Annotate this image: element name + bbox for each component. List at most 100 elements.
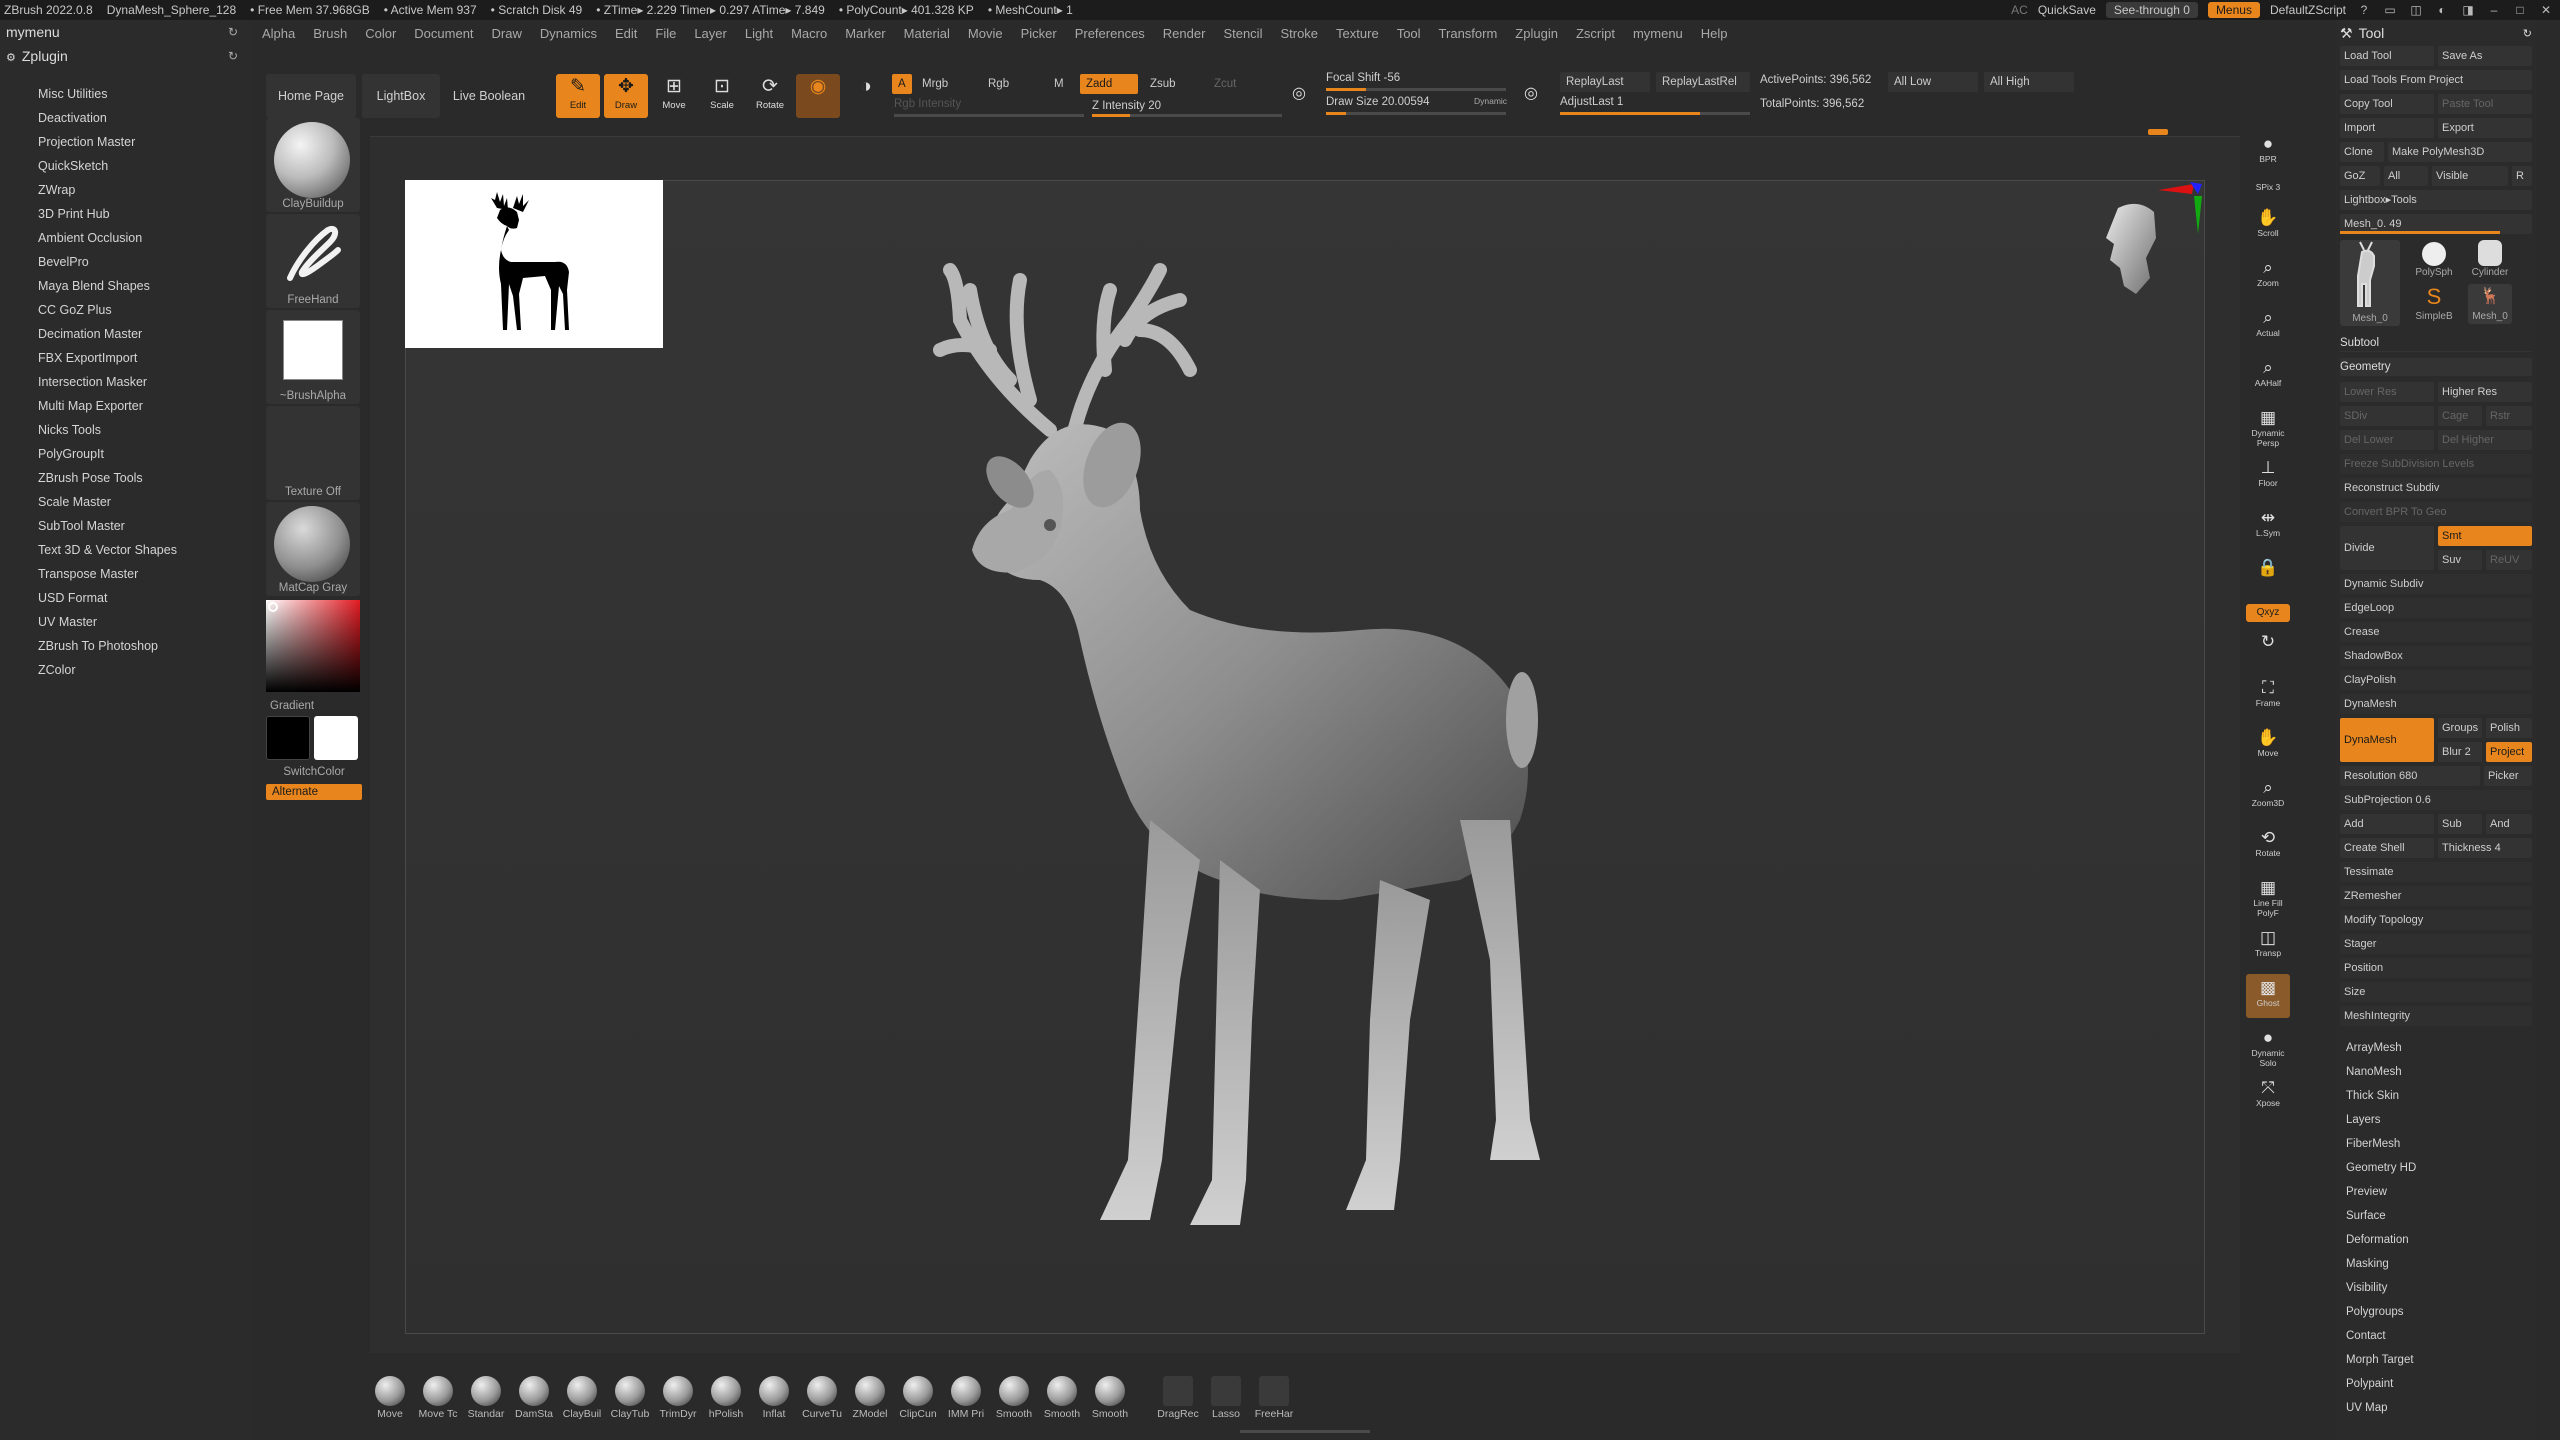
reconstruct-subdiv-button[interactable]: Reconstruct Subdiv (2340, 478, 2532, 498)
tool-palette-header[interactable]: ⚒ Tool ↻ (2336, 20, 2536, 46)
switchcolor-button[interactable]: SwitchColor (266, 766, 362, 778)
subpalette-item[interactable]: ArrayMesh (2336, 1036, 2536, 1060)
plugin-item[interactable]: ZWrap (0, 178, 252, 202)
menu-transform[interactable]: Transform (1439, 26, 1498, 46)
all-low-button[interactable]: All Low (1888, 72, 1978, 92)
paste-tool-button[interactable]: Paste Tool (2438, 94, 2532, 114)
draw-size-slider[interactable]: Draw Size 20.00594 (1326, 96, 1430, 108)
edit-mode-button[interactable]: ✎ Edit (556, 74, 600, 118)
brush-slot-5[interactable]: ClayTub (608, 1376, 652, 1420)
plugin-item[interactable]: PolyGroupIt (0, 442, 252, 466)
plugin-item[interactable]: ZBrush To Photoshop (0, 634, 252, 658)
mesh-thumb-cylinder[interactable]: Cylinder (2468, 240, 2512, 280)
d-icon-button[interactable]: ◎ (1514, 84, 1548, 118)
frame-button[interactable]: ⛶ Frame (2246, 674, 2290, 718)
subpalette-item[interactable]: Contact (2336, 1324, 2536, 1348)
rgb-intensity-slider[interactable]: Rgb Intensity (894, 98, 961, 110)
adjustlast-slider[interactable]: AdjustLast 1 (1560, 96, 1623, 108)
z-intensity-slider[interactable]: Z Intensity 20 (1092, 100, 1161, 112)
subpalette-item[interactable]: NanoMesh (2336, 1060, 2536, 1084)
brush-slot-12[interactable]: IMM Pri (944, 1376, 988, 1420)
plugin-item[interactable]: 3D Print Hub (0, 202, 252, 226)
plugin-item[interactable]: Text 3D & Vector Shapes (0, 538, 252, 562)
color-icon[interactable]: ◐ (2434, 3, 2450, 17)
menu-movie[interactable]: Movie (968, 26, 1003, 46)
transp-button[interactable]: ◫ Transp (2246, 924, 2290, 968)
plugin-item[interactable]: ZBrush Pose Tools (0, 466, 252, 490)
menu-preferences[interactable]: Preferences (1075, 26, 1145, 46)
quicksave-button[interactable]: QuickSave (2038, 3, 2096, 17)
del-higher-button[interactable]: Del Higher (2438, 430, 2532, 450)
toggle-icon[interactable]: ◨ (2460, 3, 2476, 17)
menu-render[interactable]: Render (1163, 26, 1206, 46)
plugin-item[interactable]: SubTool Master (0, 514, 252, 538)
brush-slot-10[interactable]: ZModel (848, 1376, 892, 1420)
menu-file[interactable]: File (655, 26, 676, 46)
subpalette-item[interactable]: Thick Skin (2336, 1084, 2536, 1108)
alternate-button[interactable]: Alternate (266, 784, 362, 800)
groups-toggle[interactable]: Groups (2438, 718, 2482, 738)
menu-zscript[interactable]: Zscript (1576, 26, 1615, 46)
brush-selector[interactable]: ClayBuildup (266, 118, 360, 212)
polish-toggle-button[interactable]: ◑ (844, 74, 888, 118)
lock-button[interactable]: 🔒 (2246, 554, 2290, 598)
smt-toggle[interactable]: Smt (2438, 526, 2532, 546)
brush-slot-7[interactable]: hPolish (704, 1376, 748, 1420)
brush-slot-1[interactable]: Move Tc (416, 1376, 460, 1420)
plugin-item[interactable]: Transpose Master (0, 562, 252, 586)
bottom-tray-handle[interactable] (1240, 1430, 1370, 1433)
home-page-button[interactable]: Home Page (266, 74, 356, 118)
menu-marker[interactable]: Marker (845, 26, 885, 46)
thickness-slider[interactable]: Thickness 4 (2438, 838, 2532, 858)
menu-material[interactable]: Material (904, 26, 950, 46)
mesh-thumb-polysphere[interactable]: PolySph (2404, 240, 2464, 280)
lower-res-button[interactable]: Lower Res (2340, 382, 2434, 402)
shadowbox-section[interactable]: ShadowBox (2340, 646, 2532, 666)
solo-button[interactable]: ● Dynamic Solo (2246, 1024, 2290, 1068)
brush-slot-2[interactable]: Standar (464, 1376, 508, 1420)
menu-edit[interactable]: Edit (615, 26, 637, 46)
brush-slot-6[interactable]: TrimDyr (656, 1376, 700, 1420)
plugin-item[interactable]: Maya Blend Shapes (0, 274, 252, 298)
zadd-toggle[interactable]: Zadd (1080, 74, 1138, 94)
gradient-label[interactable]: Gradient (270, 700, 362, 712)
zoom-button[interactable]: ⌕ Zoom (2246, 254, 2290, 298)
subprojection-slider[interactable]: SubProjection 0.6 (2340, 790, 2532, 810)
plugin-item[interactable]: Deactivation (0, 106, 252, 130)
menu-picker[interactable]: Picker (1021, 26, 1057, 46)
menu-layer[interactable]: Layer (694, 26, 727, 46)
higher-res-button[interactable]: Higher Res (2438, 382, 2532, 402)
plugin-item[interactable]: UV Master (0, 610, 252, 634)
ac-label[interactable]: AC (2011, 3, 2028, 17)
rotate-view-button[interactable]: ⟲ Rotate (2246, 824, 2290, 868)
menu-tool[interactable]: Tool (1397, 26, 1421, 46)
picker-button[interactable]: Picker (2484, 766, 2532, 786)
subpalette-item[interactable]: Preview (2336, 1180, 2536, 1204)
freeze-subdiv-button[interactable]: Freeze SubDivision Levels (2340, 454, 2532, 474)
a-toggle[interactable]: A (892, 74, 912, 94)
plugin-item[interactable]: Ambient Occlusion (0, 226, 252, 250)
add-button[interactable]: Add (2340, 814, 2434, 834)
focal-shift-slider[interactable]: Focal Shift -56 (1326, 72, 1400, 84)
sub-button[interactable]: Sub (2438, 814, 2482, 834)
subpalette-item[interactable]: Deformation (2336, 1228, 2536, 1252)
copy-tool-button[interactable]: Copy Tool (2340, 94, 2434, 114)
position-section[interactable]: Position (2340, 958, 2532, 978)
plugin-item[interactable]: QuickSketch (0, 154, 252, 178)
rgb-toggle[interactable]: Rgb (982, 74, 1015, 94)
rgb-intensity-track[interactable] (894, 114, 1084, 117)
plugin-item[interactable]: FBX ExportImport (0, 346, 252, 370)
close-icon[interactable]: ✕ (2538, 3, 2554, 17)
convert-bpr-button[interactable]: Convert BPR To Geo (2340, 502, 2532, 522)
plugin-item[interactable]: ZColor (0, 658, 252, 682)
help-icon[interactable]: ? (2356, 3, 2372, 17)
scroll-button[interactable]: ✋ Scroll (2246, 204, 2290, 248)
move-mode-button[interactable]: ⊞ Move (652, 74, 696, 118)
brush-slot-0[interactable]: Move (368, 1376, 412, 1420)
dynamic-toggle[interactable]: Dynamic (1474, 96, 1507, 106)
material-selector[interactable]: MatCap Gray (266, 502, 360, 596)
draw-size-track[interactable] (1326, 112, 1506, 115)
dynamesh-section[interactable]: DynaMesh (2340, 694, 2532, 714)
focal-shift-track[interactable] (1326, 88, 1506, 91)
dynamesh-button[interactable]: DynaMesh (2340, 718, 2434, 762)
